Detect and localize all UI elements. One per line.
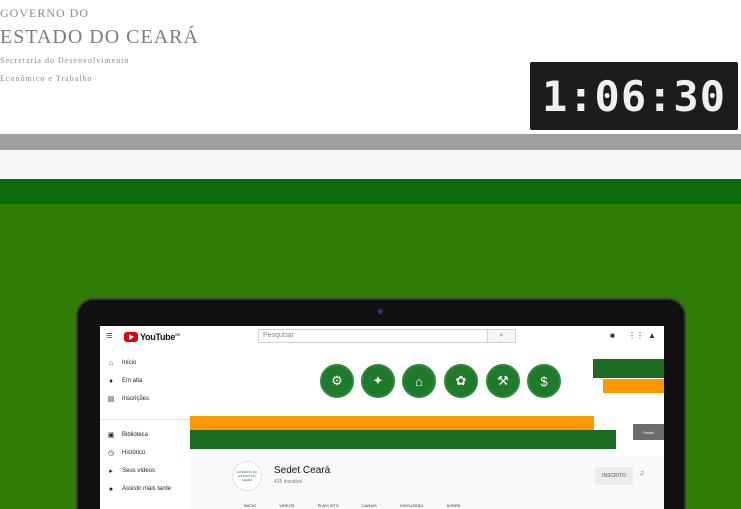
sidebar-item-library[interactable]: ▣ Biblioteca <box>100 426 190 444</box>
sidebar-item-your-videos[interactable]: ▸ Seus vídeos <box>100 462 190 480</box>
industry-icon: ⚙ <box>320 364 354 398</box>
laptop-camera <box>378 309 383 314</box>
separator-light <box>0 150 741 179</box>
notification-bell-icon[interactable]: ♫ <box>639 470 644 477</box>
agriculture-icon: ✿ <box>444 364 478 398</box>
mining-icon: ⚒ <box>486 364 520 398</box>
library-icon: ▣ <box>107 432 115 439</box>
menu-icon[interactable]: ≡ <box>106 330 112 342</box>
subscribe-button[interactable]: INSCRITO <box>595 467 633 485</box>
youtube-topbar: ≡ YouTubeBR Pesquisar ⌕ ■ ⋮⋮ ▲ <box>100 326 664 350</box>
youtube-play-icon <box>124 332 138 342</box>
innovation-icon: ✦ <box>361 364 395 398</box>
laptop-screen: ≡ YouTubeBR Pesquisar ⌕ ■ ⋮⋮ ▲ ⌂ Início ♦… <box>100 326 664 509</box>
channel-avatar[interactable]: GOVERNO DO ESTADO DO CEARÁ <box>232 461 262 491</box>
channel-name[interactable]: Sedet Ceará <box>274 465 330 476</box>
sidebar-item-subscriptions[interactable]: ▤ Inscrições <box>100 390 190 408</box>
tab-discussion[interactable]: DISCUSSÃO <box>400 503 424 508</box>
sidebar-item-history[interactable]: ◷ Histórico <box>100 444 190 462</box>
separator-gray <box>0 134 741 150</box>
sidebar-item-trending[interactable]: ♦ Em alta <box>100 372 190 390</box>
sedet-tag: Sedet <box>633 424 664 440</box>
youtube-logo[interactable]: YouTubeBR <box>124 332 181 342</box>
dark-green-band <box>0 179 741 204</box>
tab-home[interactable]: INÍCIO <box>244 503 256 508</box>
sidebar-divider <box>100 419 190 420</box>
notifications-bell-icon[interactable]: ▲ <box>648 331 656 340</box>
subscriber-count: 415 inscritos <box>274 479 303 485</box>
channel-tabs: INÍCIO VÍDEOS PLAYLISTS CANAIS DISCUSSÃO… <box>244 503 483 508</box>
your-videos-icon: ▸ <box>109 468 113 475</box>
apps-grid-icon[interactable]: ⋮⋮ <box>628 331 644 340</box>
home-icon: ⌂ <box>108 359 114 367</box>
finance-icon: $ <box>527 364 561 398</box>
sidebar-item-watch-later[interactable]: ● Assistir mais tarde <box>100 480 190 498</box>
logo-line-3: Secretaria do Desenvolvimento <box>0 56 130 65</box>
energy-icon: ⌂ <box>402 364 436 398</box>
tab-playlists[interactable]: PLAYLISTS <box>318 503 339 508</box>
timer-text: 1:06:30 <box>541 71 726 121</box>
tab-videos[interactable]: VÍDEOS <box>279 503 294 508</box>
banner-green-stripe <box>190 430 616 449</box>
top-header: GOVERNO DO ESTADO DO CEARÁ Secretaria do… <box>0 0 741 134</box>
sidebar-item-home[interactable]: ⌂ Início <box>100 354 190 372</box>
search-input[interactable]: Pesquisar <box>258 329 488 343</box>
tab-channels[interactable]: CANAIS <box>362 503 377 508</box>
watch-later-icon: ● <box>108 485 114 493</box>
government-logo: GOVERNO DO ESTADO DO CEARÁ Secretaria do… <box>0 0 198 100</box>
subscriptions-icon: ▤ <box>107 396 115 403</box>
channel-header: GOVERNO DO ESTADO DO CEARÁ Sedet Ceará 4… <box>190 456 664 509</box>
youtube-sidebar: ⌂ Início ♦ Em alta ▤ Inscrições ▣ Biblioteca… <box>100 350 190 509</box>
youtube-wordmark: YouTubeBR <box>140 332 181 342</box>
elapsed-timer: 1:06:30 <box>530 62 738 130</box>
logo-line-1: GOVERNO DO <box>0 6 89 20</box>
tab-about[interactable]: SOBRE <box>447 503 461 508</box>
banner-green-stripe-right <box>593 359 664 378</box>
logo-line-2: ESTADO DO CEARÁ <box>0 26 199 48</box>
create-video-icon[interactable]: ■ <box>610 331 615 340</box>
trending-icon: ♦ <box>109 377 113 385</box>
history-icon: ◷ <box>107 450 115 457</box>
search-icon: ⌕ <box>499 332 504 339</box>
search-button[interactable]: ⌕ <box>488 329 516 343</box>
banner-orange-stripe-right <box>603 379 664 393</box>
logo-line-4: Econômico e Trabalho <box>0 74 93 83</box>
